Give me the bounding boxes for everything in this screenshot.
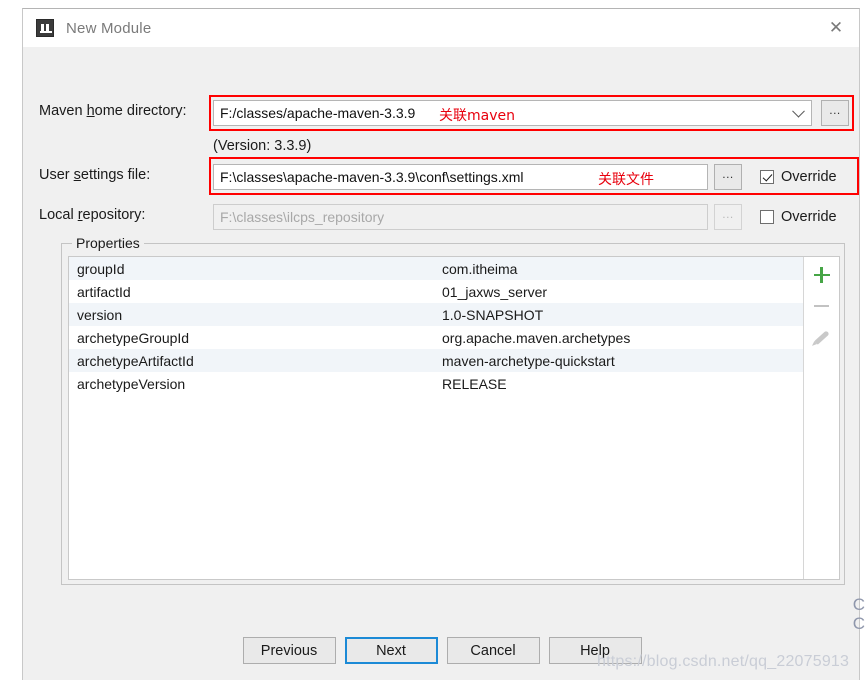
user-settings-override-label: Override <box>781 169 837 185</box>
local-repository-value: F:\classes\ilcps_repository <box>220 209 385 225</box>
properties-table: groupId com.itheima artifactId 01_jaxws_ser… <box>68 256 840 580</box>
user-settings-label-wrap: User settings file: <box>39 167 150 183</box>
local-repository-label-part1: Local <box>39 207 78 223</box>
maven-home-label: Maven home directory: <box>39 103 187 119</box>
property-value: 01_jaxws_server <box>442 283 548 300</box>
maven-home-label-part1: Maven <box>39 103 87 119</box>
maven-home-value: F:/classes/apache-maven-3.3.9 <box>220 105 416 121</box>
user-settings-override-checkbox[interactable]: Override <box>760 169 837 185</box>
table-row[interactable]: archetypeVersion RELEASE <box>69 372 803 395</box>
local-repository-override-checkbox[interactable]: Override <box>760 209 837 225</box>
property-key: artifactId <box>77 283 131 300</box>
pencil-icon <box>812 327 832 347</box>
property-value: org.apache.maven.archetypes <box>442 329 631 346</box>
local-repository-label: Local repository: <box>39 207 145 223</box>
properties-table-body: groupId com.itheima artifactId 01_jaxws_ser… <box>69 257 803 579</box>
properties-table-toolbar <box>803 257 839 579</box>
property-value: RELEASE <box>442 375 507 392</box>
property-key: version <box>77 306 123 323</box>
property-value: com.itheima <box>442 260 518 277</box>
properties-group-title: Properties <box>72 235 144 251</box>
next-button[interactable]: Next <box>344 637 438 664</box>
maven-home-annotation: 关联maven <box>439 108 515 124</box>
dialog-titlebar: New Module ✕ <box>23 9 859 47</box>
watermark-text: https://blog.csdn.net/qq_22075913 <box>597 653 850 670</box>
minus-icon <box>812 296 832 316</box>
screenshot-root: New Module ✕ Maven home directory: F:/cl… <box>0 0 865 687</box>
local-repository-override-label: Override <box>781 209 837 225</box>
user-settings-browse-button[interactable]: ... <box>714 164 742 190</box>
property-key: archetypeVersion <box>77 375 186 392</box>
checkbox-unchecked-icon <box>760 210 774 224</box>
property-value: maven-archetype-quickstart <box>442 352 615 369</box>
properties-group: Properties groupId com.itheima artifactId 0… <box>61 235 845 585</box>
user-settings-label-part2: ettings file: <box>80 167 151 183</box>
local-repository-label-wrap: Local repository: <box>39 207 145 223</box>
local-repository-input[interactable]: F:\classes\ilcps_repository <box>213 204 708 230</box>
dialog-title: New Module <box>66 19 152 37</box>
new-module-dialog: New Module ✕ Maven home directory: F:/cl… <box>22 8 860 680</box>
edge-clipped-glyphs: CC <box>852 595 865 633</box>
maven-home-label-part2: ome directory: <box>94 103 187 119</box>
user-settings-label-part1: User <box>39 167 74 183</box>
maven-home-label-wrap: Maven home directory: <box>39 103 187 119</box>
maven-home-browse-button[interactable]: ... <box>821 100 849 126</box>
checkbox-checked-icon <box>760 170 774 184</box>
dialog-body: Maven home directory: F:/classes/apache-… <box>23 47 859 680</box>
maven-home-version-note: (Version: 3.3.9) <box>213 138 312 154</box>
property-key: groupId <box>77 260 125 277</box>
user-settings-value: F:\classes\apache-maven-3.3.9\conf\setti… <box>220 169 524 185</box>
chevron-down-icon <box>792 104 805 118</box>
table-row[interactable]: archetypeArtifactId maven-archetype-quick… <box>69 349 803 372</box>
property-key: archetypeArtifactId <box>77 352 194 369</box>
property-key: archetypeGroupId <box>77 329 190 346</box>
property-value: 1.0-SNAPSHOT <box>442 306 544 323</box>
plus-icon[interactable] <box>812 265 832 285</box>
table-row[interactable]: groupId com.itheima <box>69 257 803 280</box>
close-icon[interactable]: ✕ <box>813 9 859 47</box>
table-row[interactable]: artifactId 01_jaxws_server <box>69 280 803 303</box>
intellij-idea-icon <box>36 19 54 37</box>
previous-button[interactable]: Previous <box>242 637 336 664</box>
table-row[interactable]: version 1.0-SNAPSHOT <box>69 303 803 326</box>
table-row[interactable]: archetypeGroupId org.apache.maven.archety… <box>69 326 803 349</box>
cancel-button[interactable]: Cancel <box>446 637 540 664</box>
user-settings-annotation: 关联文件 <box>598 172 654 188</box>
local-repository-browse-button: ... <box>714 204 742 230</box>
maven-home-label-mnemonic: h <box>86 103 95 119</box>
local-repository-label-part2: epository: <box>82 207 146 223</box>
user-settings-label-mnemonic: s <box>73 167 81 183</box>
user-settings-label: User settings file: <box>39 167 150 183</box>
